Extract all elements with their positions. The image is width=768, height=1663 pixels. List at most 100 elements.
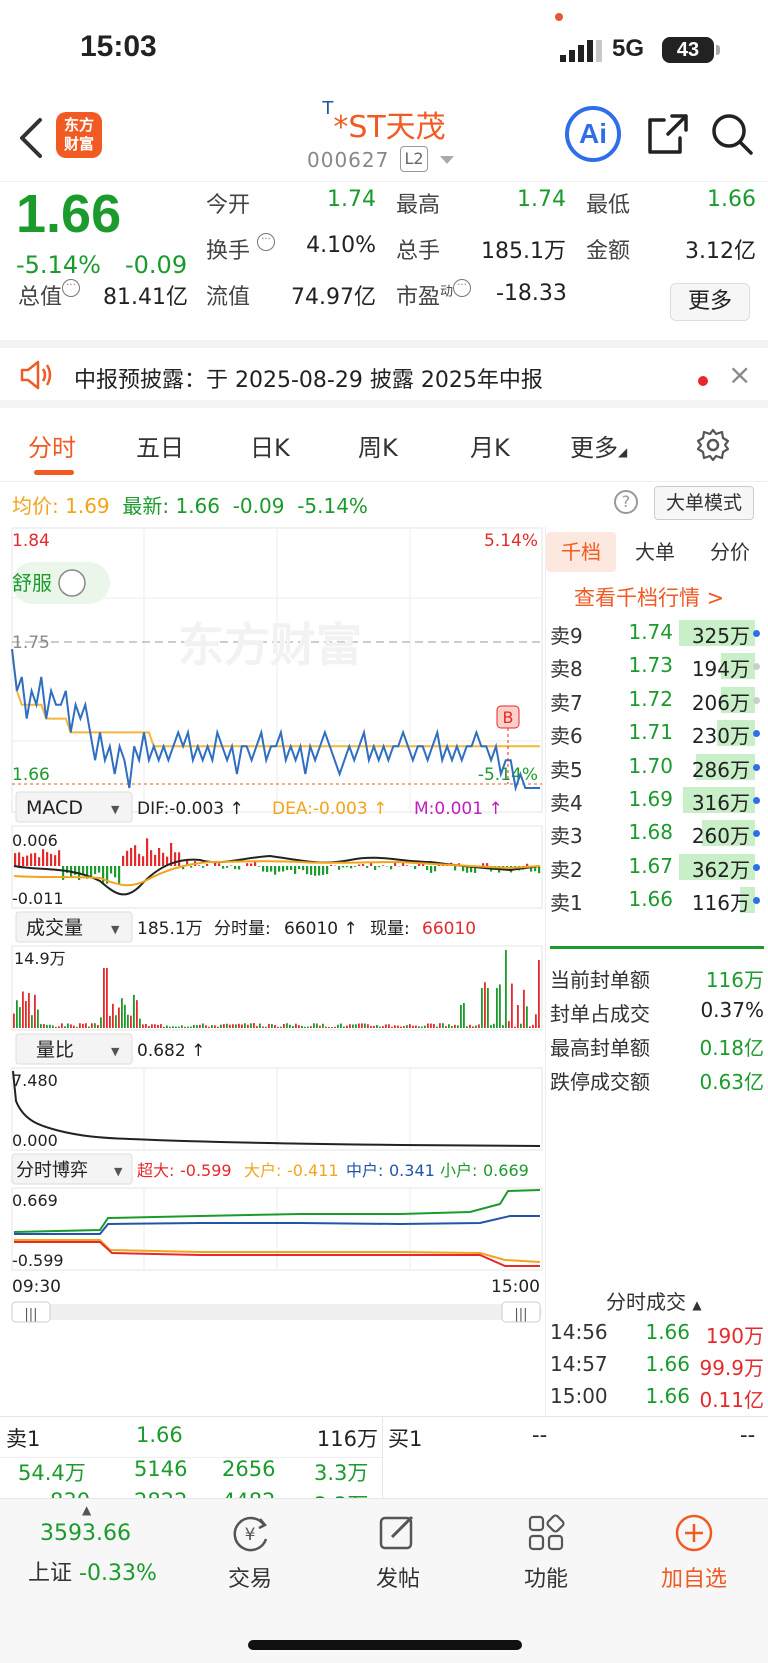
ask-row[interactable]: 卖4 1.69 316万 [546,783,768,817]
ratio-selector-label: 量比 [36,1039,74,1061]
intraday-chart[interactable]: 东方财富 1.84 1.75 1.66 5.14% -5.14% 舒服 B MA… [0,526,545,1416]
tab-depth[interactable]: 千档 [546,532,616,572]
volume-bar [220,1024,222,1028]
volume-bar [439,1023,441,1028]
volume-bar [286,1023,288,1028]
volume-bar [532,1024,534,1028]
ask-row[interactable]: 卖5 1.70 286万 [546,750,768,784]
latest-label: 最新: [122,494,170,518]
game-mid-label: 中户: [346,1161,383,1180]
volume-bar [154,1024,156,1028]
macd-bar [406,865,409,866]
info-icon[interactable]: ··· [62,279,81,297]
share-icon[interactable] [646,112,690,156]
chart-svg: 东方财富 1.84 1.75 1.66 5.14% -5.14% 舒服 B MA… [11,527,543,1323]
volume-bar [478,1024,480,1028]
close-icon[interactable]: × [728,358,751,391]
volume-bar [169,1026,171,1028]
field-value-high: 1.74 [517,187,566,212]
volume-bar [106,968,108,1028]
info-icon[interactable]: ··· [453,279,472,297]
chevron-down-icon[interactable] [440,156,454,164]
ask-row[interactable]: 卖1 1.66 116万 [546,883,768,917]
volume-bar [448,1024,450,1028]
volume-bar [385,1024,387,1028]
volume-bar [397,1025,399,1028]
strip-sell1-price: 1.66 [136,1423,183,1447]
volume-bar [16,1000,18,1028]
field-value-amount: 3.12亿 [685,239,756,264]
ask-row[interactable]: 卖6 1.71 230万 [546,716,768,750]
game-large-label: 大户: [244,1161,281,1180]
nav-functions[interactable]: 功能 [486,1513,606,1593]
index-summary[interactable]: 上证 -0.33% [28,1555,157,1587]
field-label-turnover: 换手 ··· [206,233,276,265]
macd-bar [298,866,301,870]
nav-add-watchlist[interactable]: 加自选 [634,1513,754,1593]
ai-assistant-button[interactable]: Ai [565,106,621,162]
volume-bar [454,1024,456,1028]
macd-bar [114,866,117,878]
macd-ymax: 0.006 [12,831,58,850]
ask-status-dot [753,763,760,771]
volume-bar [355,1024,357,1028]
volume-bar [163,1026,165,1028]
volume-tick-value: 66010 ↑ [284,919,358,939]
big-order-mode-button[interactable]: 大单模式 [654,486,754,520]
volume-bar [145,1024,147,1028]
info-icon[interactable]: ··· [257,233,276,251]
tab-monthly-k[interactable]: 月K [470,428,510,463]
ask-row[interactable]: 卖9 1.74 325万 [546,616,768,650]
notice-bar[interactable]: 中报预披露：于 2025-08-29 披露 2025年中报 × [0,340,768,408]
index-value[interactable]: 3593.66 [40,1521,131,1546]
macd-bar [138,853,141,866]
level2-badge[interactable]: L2 [400,146,428,172]
volume-bar [334,1026,336,1028]
volume-bar [82,1023,84,1028]
tab-five-day[interactable]: 五日 [136,428,184,463]
volume-bar [280,1026,282,1028]
tab-intraday[interactable]: 分时 [28,428,76,463]
volume-bar [253,1023,255,1028]
ask-row[interactable]: 卖8 1.73 194万 [546,649,768,683]
tab-price-dist[interactable]: 分价 [694,532,766,572]
order-book-panel: 千档 大单 分价 查看千档行情 > 卖9 1.74 325万 卖8 1.73 194万 卖7… [545,526,768,1416]
ask-status-dot [753,730,760,738]
volume-bar [361,1023,363,1028]
volume-bar [289,1024,291,1028]
volume-bar [409,1024,411,1028]
volume-bar [475,1025,477,1028]
more-fields-button[interactable]: 更多 [670,283,750,321]
chart-scrollbar [12,1304,542,1320]
strip-buy1-price: -- [532,1423,548,1447]
tab-weekly-k[interactable]: 周K [358,428,398,463]
nav-trade[interactable]: ¥ 交易 [190,1513,310,1593]
battery-nub [716,45,720,55]
volume-bar [187,1026,189,1028]
tab-more[interactable]: 更多◢ [570,428,627,463]
view-depth-link[interactable]: 查看千档行情 > [574,582,724,612]
ask-row[interactable]: 卖2 1.67 362万 [546,850,768,884]
volume-bar [514,1026,516,1028]
nav-post[interactable]: 发帖 [338,1513,458,1593]
gear-icon[interactable] [696,428,730,462]
tick-trades-title[interactable]: 分时成交 ▲ [606,1286,702,1315]
ask-row[interactable]: 卖3 1.68 260万 [546,816,768,850]
ask-row[interactable]: 卖7 1.72 206万 [546,683,768,717]
tab-daily-k[interactable]: 日K [250,428,290,463]
help-icon[interactable]: ? [614,490,638,514]
bottom-nav: ▲ 3593.66 上证 -0.33% ¥ 交易 发帖 功能 加自选 [0,1498,768,1663]
time-start: 09:30 [12,1277,61,1297]
quote-strip: 卖1 1.66 116万 买1 -- -- 54.4万 5146 2656 3.… [0,1416,768,1499]
game-super-label: 超大: [137,1161,174,1180]
volume-bar [226,1023,228,1028]
tab-underline [34,470,74,475]
volume-bar [460,1004,462,1028]
volume-bar [217,1026,219,1028]
tab-big-order[interactable]: 大单 [620,532,690,572]
strip-cell: 2656 [222,1457,276,1481]
volume-now-value: 66010 [422,919,476,939]
search-icon[interactable] [710,112,754,156]
macd-bar [134,845,137,866]
volume-bar [346,1025,348,1028]
